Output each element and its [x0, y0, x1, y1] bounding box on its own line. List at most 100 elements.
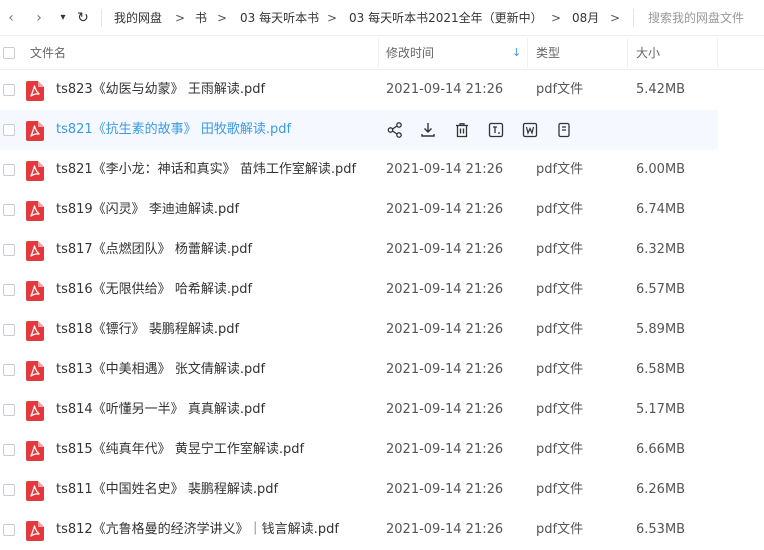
- file-name[interactable]: ts817《点燃团队》 杨蕾解读.pdf: [56, 230, 252, 270]
- column-divider[interactable]: [527, 38, 528, 68]
- back-arrow-icon[interactable]: ‹: [2, 9, 20, 27]
- row-checkbox[interactable]: [3, 524, 15, 536]
- file-size: 5.42MB: [636, 82, 686, 97]
- delete-icon[interactable]: [453, 121, 471, 139]
- share-icon[interactable]: [386, 121, 404, 139]
- file-size: 6.66MB: [636, 442, 686, 457]
- file-name[interactable]: ts823《幼医与幼蒙》 王雨解读.pdf: [56, 70, 265, 110]
- convert-to-word-icon[interactable]: [521, 121, 539, 139]
- pdf-file-icon: [26, 441, 44, 461]
- text-extract-icon[interactable]: [487, 121, 505, 139]
- file-row[interactable]: ts817《点燃团队》 杨蕾解读.pdf 2021-09-14 21:26 pd…: [0, 230, 718, 270]
- row-checkbox[interactable]: [3, 124, 15, 136]
- file-type: pdf文件: [536, 242, 584, 257]
- row-checkbox[interactable]: [3, 364, 15, 376]
- file-type: pdf文件: [536, 202, 584, 217]
- file-row[interactable]: ts814《听懂另一半》 真真解读.pdf 2021-09-14 21:26 p…: [0, 390, 718, 430]
- file-name[interactable]: ts821《抗生素的故事》 田牧歌解读.pdf: [56, 110, 291, 150]
- file-name[interactable]: ts812《亢鲁格曼的经济学讲义》｜钱言解读.pdf: [56, 510, 339, 550]
- search-input[interactable]: 搜索我的网盘文件: [648, 10, 744, 26]
- file-modified-time: 2021-09-14 21:26: [386, 482, 504, 497]
- column-header-name[interactable]: 文件名: [30, 36, 66, 70]
- download-icon[interactable]: [419, 121, 437, 139]
- file-modified-time: 2021-09-14 21:26: [386, 402, 504, 417]
- file-name[interactable]: ts819《闪灵》 李迪迪解读.pdf: [56, 190, 239, 230]
- file-type: pdf文件: [536, 162, 584, 177]
- breadcrumb-separator: >: [551, 11, 562, 25]
- breadcrumb-item-daily-book[interactable]: 03 每天听本书: [240, 10, 319, 26]
- row-checkbox[interactable]: [3, 444, 15, 456]
- select-all-checkbox[interactable]: [3, 47, 15, 59]
- row-checkbox[interactable]: [3, 204, 15, 216]
- file-name[interactable]: ts815《纯真年代》 黄昱宁工作室解读.pdf: [56, 430, 304, 470]
- row-checkbox[interactable]: [3, 84, 15, 96]
- file-row[interactable]: ts816《无限供给》 哈希解读.pdf 2021-09-14 21:26 pd…: [0, 270, 718, 310]
- file-row[interactable]: ts818《镖行》 裴鹏程解读.pdf 2021-09-14 21:26 pdf…: [0, 310, 718, 350]
- column-divider[interactable]: [717, 38, 718, 68]
- file-row[interactable]: ts821《抗生素的故事》 田牧歌解读.pdf: [0, 110, 718, 150]
- file-name[interactable]: ts816《无限供给》 哈希解读.pdf: [56, 270, 252, 310]
- file-modified-time: 2021-09-14 21:26: [386, 82, 504, 97]
- file-type: pdf文件: [536, 82, 584, 97]
- pdf-file-icon: [26, 401, 44, 421]
- file-modified-time: 2021-09-14 21:26: [386, 162, 504, 177]
- file-name[interactable]: ts811《中国姓名史》 裴鹏程解读.pdf: [56, 470, 278, 510]
- column-header-modified[interactable]: 修改时间: [386, 36, 434, 70]
- file-type: pdf文件: [536, 402, 584, 417]
- forward-arrow-icon[interactable]: ›: [30, 9, 48, 27]
- file-row[interactable]: ts812《亢鲁格曼的经济学讲义》｜钱言解读.pdf 2021-09-14 21…: [0, 510, 718, 550]
- file-name[interactable]: ts821《李小龙：神话和真实》 苗炜工作室解读.pdf: [56, 150, 356, 190]
- pdf-file-icon: [26, 481, 44, 501]
- breadcrumb-item-books[interactable]: 书: [195, 10, 207, 26]
- file-modified-time: 2021-09-14 21:26: [386, 282, 504, 297]
- row-checkbox[interactable]: [3, 244, 15, 256]
- column-divider[interactable]: [378, 38, 379, 68]
- file-row[interactable]: ts819《闪灵》 李迪迪解读.pdf 2021-09-14 21:26 pdf…: [0, 190, 718, 230]
- file-size: 6.57MB: [636, 282, 686, 297]
- file-row[interactable]: ts813《中美相遇》 张文倩解读.pdf 2021-09-14 21:26 p…: [0, 350, 718, 390]
- file-row[interactable]: ts815《纯真年代》 黄昱宁工作室解读.pdf 2021-09-14 21:2…: [0, 430, 718, 470]
- file-size: 6.58MB: [636, 362, 686, 377]
- file-name[interactable]: ts814《听懂另一半》 真真解读.pdf: [56, 390, 265, 430]
- breadcrumb-item-august: 08月: [572, 11, 600, 25]
- file-modified-time: 2021-09-14 21:26: [386, 322, 504, 337]
- row-checkbox[interactable]: [3, 284, 15, 296]
- file-type: pdf文件: [536, 282, 584, 297]
- row-checkbox[interactable]: [3, 324, 15, 336]
- row-checkbox[interactable]: [3, 164, 15, 176]
- column-header-type[interactable]: 类型: [536, 36, 560, 70]
- file-name[interactable]: ts818《镖行》 裴鹏程解读.pdf: [56, 310, 239, 350]
- breadcrumb-separator: >: [610, 11, 621, 25]
- file-list-header: 文件名 修改时间 ↓ 类型 大小: [0, 36, 764, 70]
- file-row[interactable]: ts823《幼医与幼蒙》 王雨解读.pdf 2021-09-14 21:26 p…: [0, 70, 718, 110]
- file-size: 6.53MB: [636, 522, 686, 537]
- file-modified-time: 2021-09-14 21:26: [386, 362, 504, 377]
- file-type: pdf文件: [536, 322, 584, 337]
- file-type: pdf文件: [536, 362, 584, 377]
- history-dropdown-icon[interactable]: ▾: [54, 9, 72, 27]
- sort-descending-icon[interactable]: ↓: [512, 36, 521, 70]
- file-size: 5.17MB: [636, 402, 686, 417]
- file-size: 6.26MB: [636, 482, 686, 497]
- file-modified-time: 2021-09-14 21:26: [386, 442, 504, 457]
- file-name[interactable]: ts813《中美相遇》 张文倩解读.pdf: [56, 350, 265, 390]
- breadcrumb-item-my-drive[interactable]: 我的网盘: [114, 10, 162, 26]
- row-checkbox[interactable]: [3, 484, 15, 496]
- file-type: pdf文件: [536, 482, 584, 497]
- pdf-file-icon: [26, 201, 44, 221]
- file-type: pdf文件: [536, 442, 584, 457]
- pdf-file-icon: [26, 161, 44, 181]
- row-checkbox[interactable]: [3, 404, 15, 416]
- file-modified-time: 2021-09-14 21:26: [386, 202, 504, 217]
- file-row[interactable]: ts811《中国姓名史》 裴鹏程解读.pdf 2021-09-14 21:26 …: [0, 470, 718, 510]
- file-size: 6.32MB: [636, 242, 686, 257]
- column-divider[interactable]: [627, 38, 628, 68]
- refresh-icon[interactable]: ↻: [74, 9, 92, 27]
- more-icon[interactable]: [555, 121, 573, 139]
- file-row[interactable]: ts821《李小龙：神话和真实》 苗炜工作室解读.pdf 2021-09-14 …: [0, 150, 718, 190]
- pdf-file-icon: [26, 121, 44, 141]
- breadcrumb-item-daily-book-2021[interactable]: 03 每天听本书2021全年（更新中）: [349, 10, 543, 26]
- pdf-file-icon: [26, 81, 44, 101]
- column-header-size[interactable]: 大小: [636, 36, 660, 70]
- pdf-file-icon: [26, 241, 44, 261]
